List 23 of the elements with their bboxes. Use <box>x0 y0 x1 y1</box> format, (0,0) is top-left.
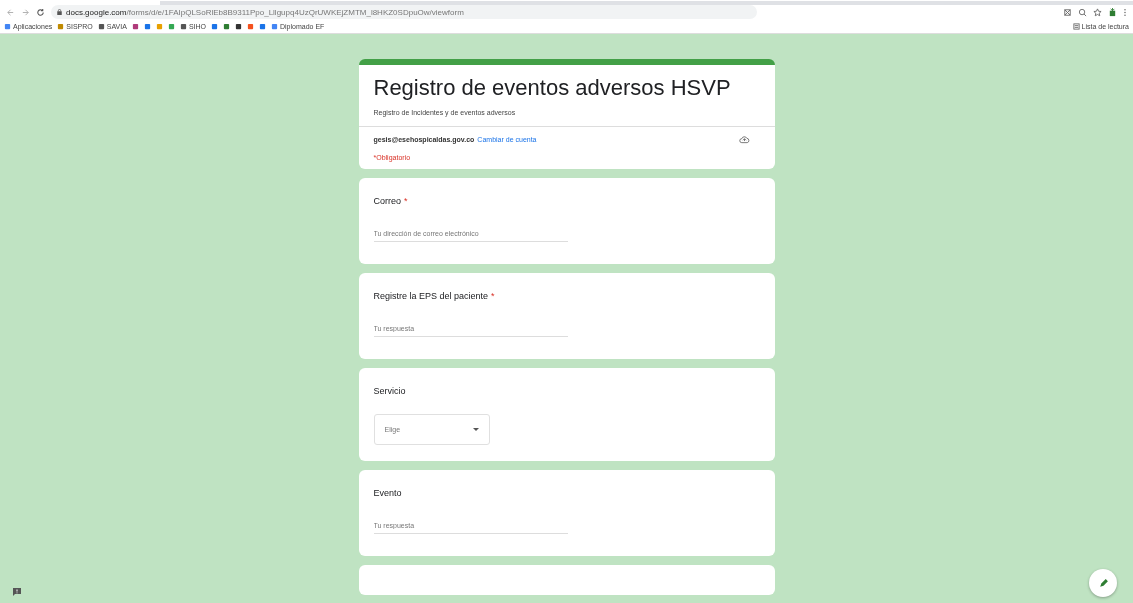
zoom-icon[interactable] <box>1078 7 1087 17</box>
pencil-icon <box>1097 577 1109 589</box>
question-label: Correo <box>373 196 401 206</box>
menu-icon[interactable] <box>1123 7 1127 17</box>
required-mark: * <box>404 196 408 206</box>
plant-icon[interactable] <box>1108 7 1117 17</box>
reload-icon[interactable] <box>36 7 45 17</box>
extension-icon[interactable] <box>1063 7 1072 17</box>
bookmark-icon <box>57 23 65 30</box>
address-bar[interactable]: docs.google.com/forms/d/e/1FAIpQLSoRlEb8B9311Ppo_Lllgupq4UzQrUWKEjZMTM_l8HKZ0SDpuOw/viewform <box>51 5 757 19</box>
edit-button[interactable] <box>1089 569 1117 597</box>
star-icon[interactable] <box>1093 7 1102 17</box>
bookmark-icon <box>4 23 11 30</box>
caret-icon <box>472 428 479 431</box>
cloud-icon <box>738 135 750 144</box>
reading-list-icon <box>1072 23 1080 30</box>
question-label: Servicio <box>373 386 406 396</box>
form-title: Registro de eventos adversos HSVP <box>372 75 732 102</box>
bookmark-icon <box>97 23 105 30</box>
feedback-icon[interactable] <box>12 587 22 597</box>
question-label: Evento <box>373 488 402 498</box>
required-mark: * <box>491 291 495 301</box>
question-label: Registre la EPS del paciente <box>373 291 489 301</box>
